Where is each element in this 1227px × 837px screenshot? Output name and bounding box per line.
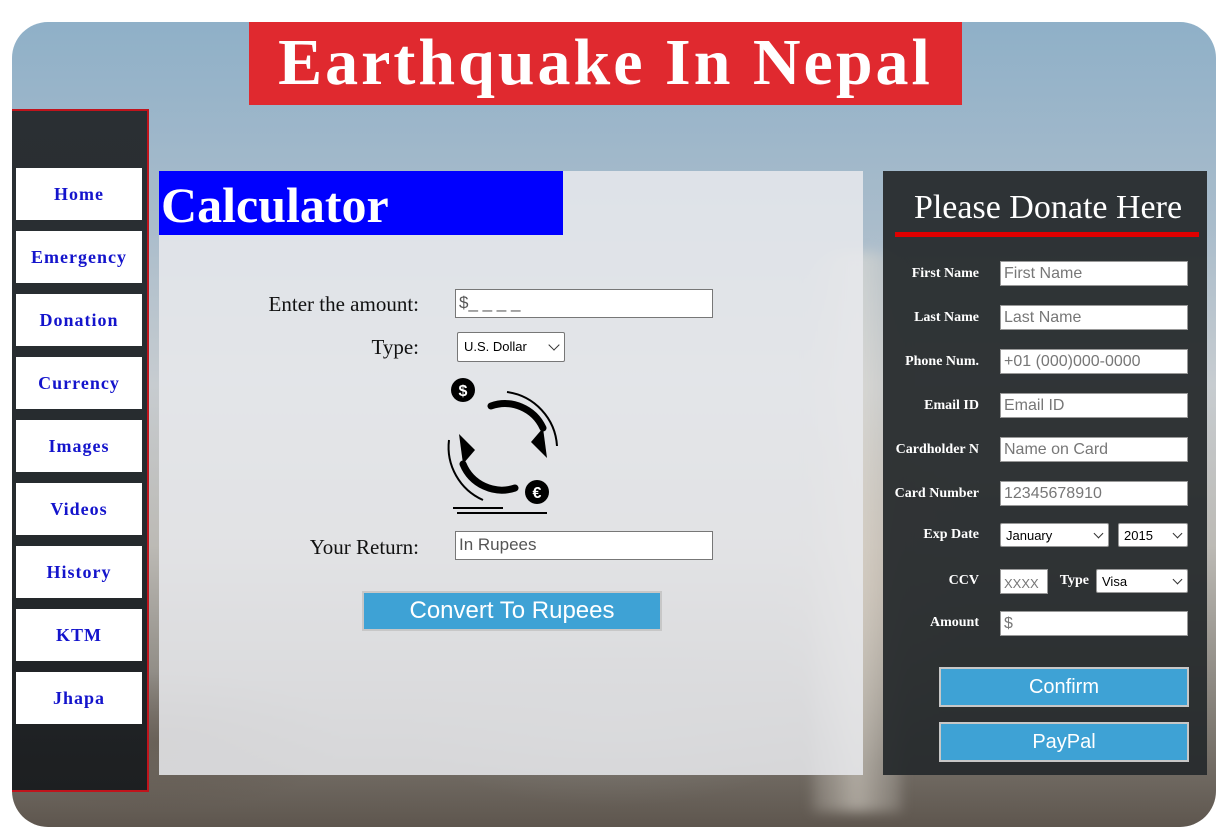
card-number-field[interactable]: 12345678910 — [1000, 481, 1188, 506]
card-type-value: Visa — [1102, 574, 1128, 589]
amount-input[interactable]: $_ _ _ _ — [455, 289, 713, 318]
ccv-label: CCV — [948, 573, 979, 588]
card-type-select[interactable]: Visa — [1096, 569, 1188, 593]
dollar-symbol: $ — [459, 383, 468, 400]
type-label: Type: — [371, 335, 419, 359]
email-label: Email ID — [924, 398, 979, 413]
chevron-down-icon — [1172, 528, 1183, 539]
card-type-label: Type — [1059, 573, 1089, 588]
sidebar-item-jhapa[interactable]: Jhapa — [16, 672, 142, 724]
donate-title: Please Donate Here — [913, 189, 1183, 226]
amount-label: Enter the amount: — [268, 292, 419, 316]
sidebar-item-donation[interactable]: Donation — [16, 294, 142, 346]
convert-button[interactable]: Convert To Rupees — [362, 591, 662, 631]
exp-year-select[interactable]: 2015 — [1118, 523, 1188, 547]
cardholder-field[interactable]: Name on Card — [1000, 437, 1188, 462]
first-name-field[interactable]: First Name — [1000, 261, 1188, 286]
chevron-down-icon — [548, 339, 560, 351]
page-title: Earthquake In Nepal — [249, 22, 962, 105]
email-field[interactable]: Email ID — [1000, 393, 1188, 418]
phone-label: Phone Num. — [905, 354, 979, 369]
title-divider — [895, 232, 1199, 237]
sidebar-item-ktm[interactable]: KTM — [16, 609, 142, 661]
calculator-panel: Calculator Enter the amount: $_ _ _ _ Ty… — [159, 171, 863, 775]
sidebar-item-emergency[interactable]: Emergency — [16, 231, 142, 283]
donation-amount-field[interactable]: $ — [1000, 611, 1188, 636]
currency-type-value: U.S. Dollar — [464, 339, 527, 354]
phone-field[interactable]: +01 (000)000-0000 — [1000, 349, 1188, 374]
sidebar-item-history[interactable]: History — [16, 546, 142, 598]
euro-symbol: € — [533, 485, 542, 502]
confirm-button[interactable]: Confirm — [939, 667, 1189, 707]
last-name-field[interactable]: Last Name — [1000, 305, 1188, 330]
chevron-down-icon — [1172, 574, 1183, 585]
calculator-title: Calculator — [159, 171, 563, 235]
sidebar-nav: Home Emergency Donation Currency Images … — [12, 109, 149, 792]
currency-type-select[interactable]: U.S. Dollar — [457, 332, 565, 362]
sidebar-item-currency[interactable]: Currency — [16, 357, 142, 409]
exp-date-label: Exp Date — [923, 527, 979, 542]
first-name-label: First Name — [911, 266, 979, 281]
sidebar-item-home[interactable]: Home — [16, 168, 142, 220]
donate-panel: Please Donate Here First Name First Name… — [883, 171, 1207, 775]
chevron-down-icon — [1093, 528, 1104, 539]
sidebar-item-images[interactable]: Images — [16, 420, 142, 472]
last-name-label: Last Name — [914, 310, 979, 325]
return-input[interactable]: In Rupees — [455, 531, 713, 560]
cardholder-label: Cardholder N — [895, 442, 979, 457]
paypal-button[interactable]: PayPal — [939, 722, 1189, 762]
exp-month-select[interactable]: January — [1000, 523, 1109, 547]
exp-month-value: January — [1006, 528, 1053, 543]
return-label: Your Return: — [309, 535, 419, 559]
amount-label: Amount — [929, 615, 979, 630]
exp-year-value: 2015 — [1124, 528, 1153, 543]
ccv-field[interactable]: XXXX — [1000, 569, 1048, 594]
currency-exchange-icon: $ € — [447, 378, 558, 514]
sidebar-item-videos[interactable]: Videos — [16, 483, 142, 535]
card-number-label: Card Number — [894, 486, 979, 501]
